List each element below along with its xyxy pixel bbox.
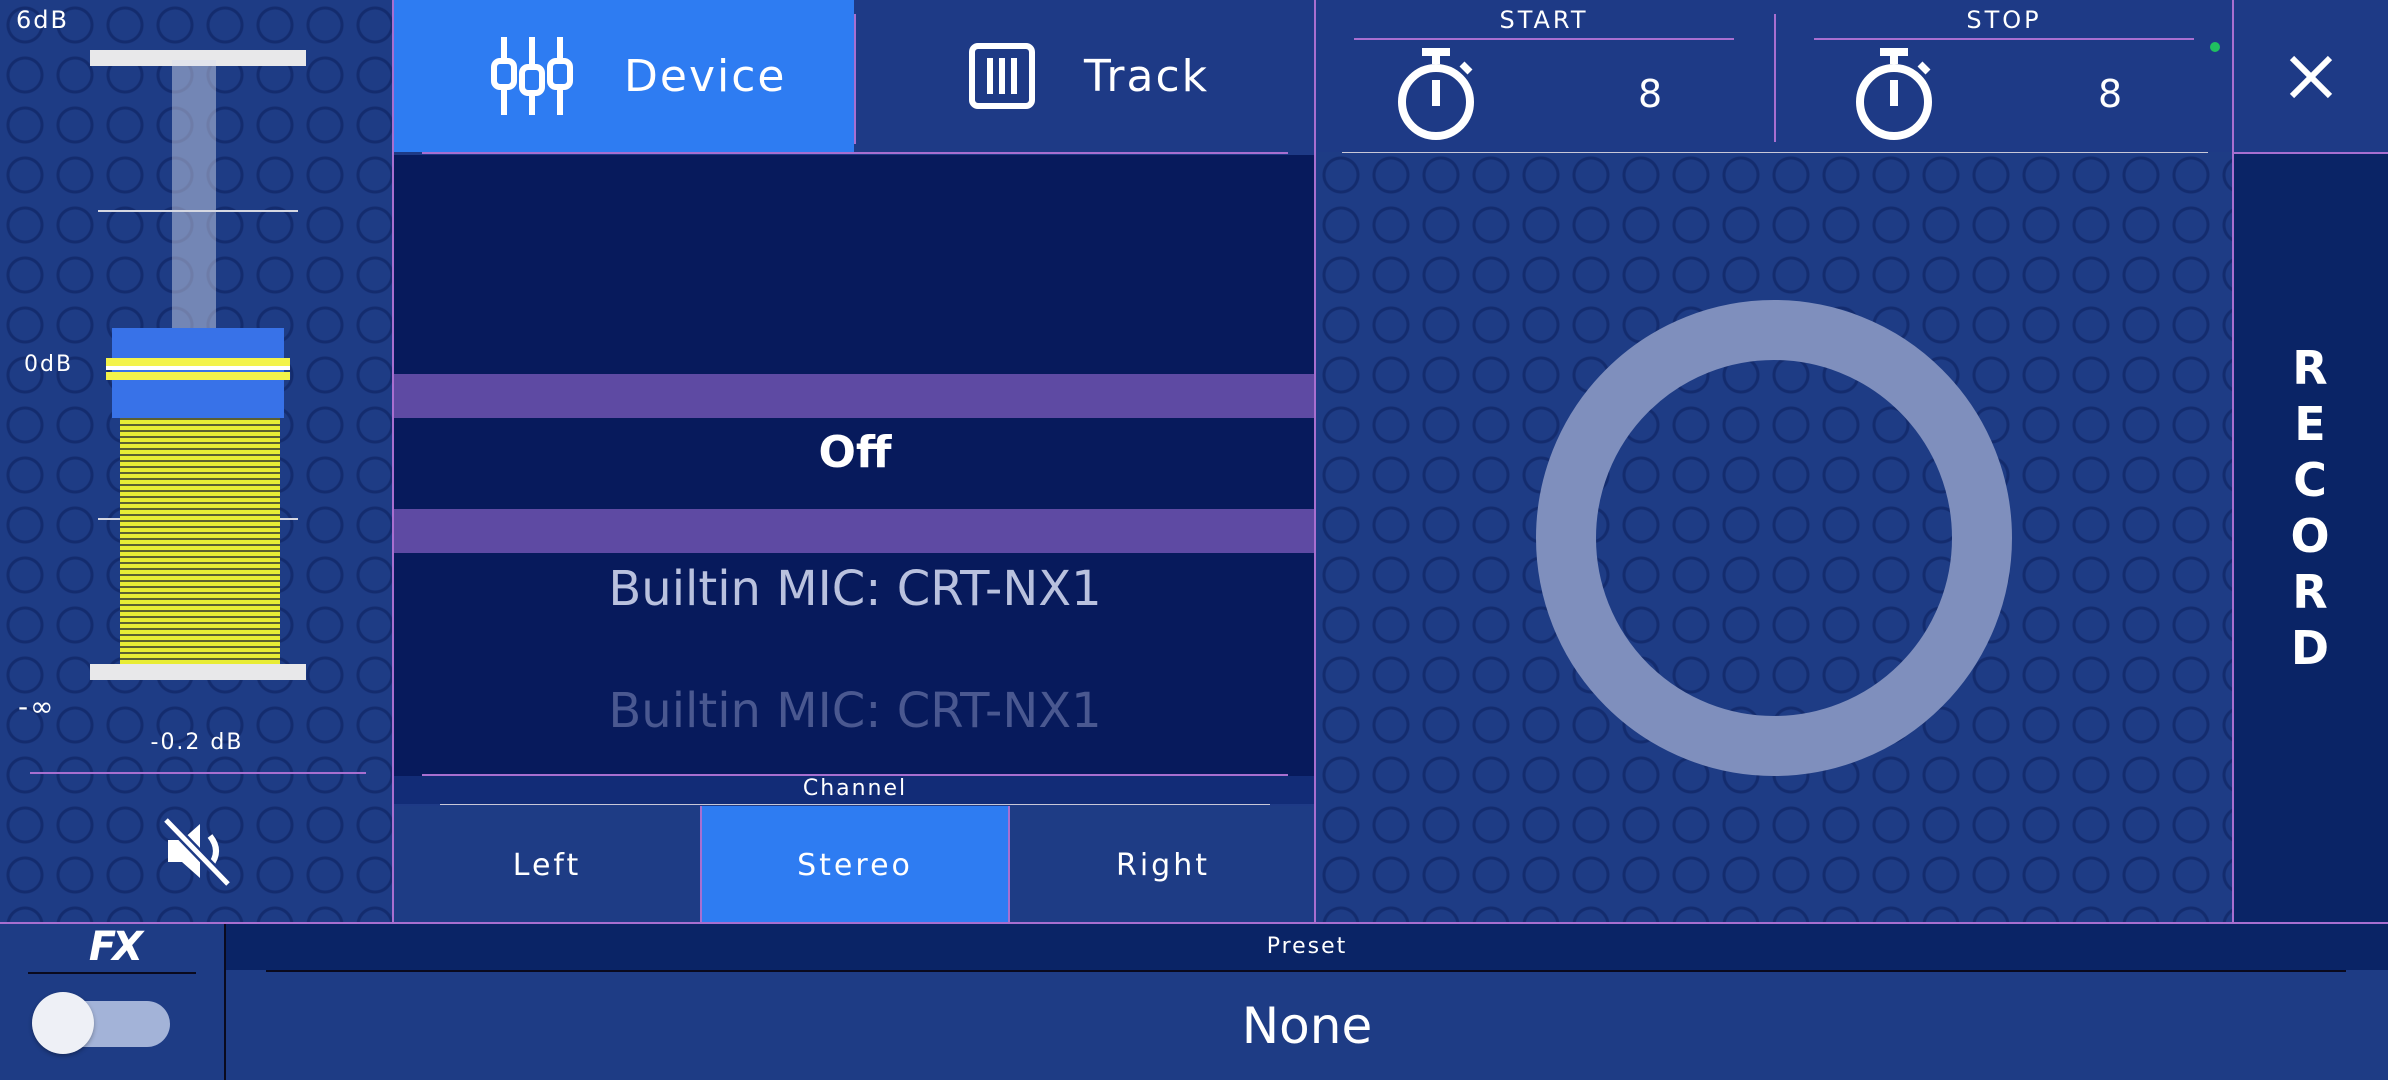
gain-value-label: -0.2 dB bbox=[150, 730, 244, 755]
record-panel: START 8 STOP 8 bbox=[1316, 0, 2234, 924]
divider bbox=[1354, 38, 1734, 40]
stopwatch-icon bbox=[1398, 48, 1474, 140]
tab-track-label: Track bbox=[1084, 50, 1210, 102]
record-button[interactable] bbox=[1536, 300, 2012, 776]
tab-device-label: Device bbox=[624, 50, 787, 102]
record-ring-icon bbox=[1536, 300, 2012, 776]
record-letter: O bbox=[2290, 509, 2332, 563]
divider bbox=[1774, 14, 1776, 142]
channel-right-button[interactable]: Right bbox=[1010, 806, 1316, 924]
meter-tick bbox=[98, 210, 298, 212]
record-letter: R bbox=[2292, 341, 2330, 395]
device-option[interactable]: Builtin MIC: CRT-NX1 bbox=[394, 561, 1316, 617]
preset-selector[interactable]: None bbox=[226, 972, 2388, 1080]
fx-toggle-thumb bbox=[32, 992, 94, 1054]
stopwatch-icon bbox=[1856, 48, 1932, 140]
preset-value: None bbox=[1241, 997, 1373, 1055]
fx-section: FX bbox=[0, 924, 224, 1080]
divider bbox=[440, 804, 1270, 805]
divider bbox=[1342, 152, 2208, 153]
tab-device[interactable]: Device bbox=[394, 0, 854, 152]
mute-button[interactable] bbox=[0, 776, 394, 924]
status-indicator-dot bbox=[2210, 42, 2220, 52]
fader-marker bbox=[106, 372, 290, 380]
fx-bar: FX Preset None bbox=[0, 924, 2388, 1080]
stop-timer-value: 8 bbox=[2098, 72, 2123, 116]
record-letter: R bbox=[2292, 565, 2330, 619]
close-button[interactable] bbox=[2234, 0, 2388, 152]
channel-label: Channel bbox=[802, 776, 908, 801]
record-letter: E bbox=[2294, 397, 2328, 451]
fader-track bbox=[172, 60, 216, 330]
divider bbox=[422, 774, 1288, 776]
fader-marker bbox=[106, 358, 290, 366]
record-letter: C bbox=[2293, 453, 2329, 507]
device-picker[interactable]: Off Builtin MIC: CRT-NX1 Builtin MIC: CR… bbox=[394, 155, 1316, 803]
selection-highlight bbox=[394, 509, 1316, 553]
start-timer-label: START bbox=[1499, 6, 1589, 34]
divider bbox=[1814, 38, 2194, 40]
channel-stereo-label: Stereo bbox=[797, 847, 913, 883]
record-vertical-label: RECORD bbox=[2234, 340, 2388, 676]
meter-max-label: 6dB bbox=[16, 6, 69, 34]
level-bar bbox=[120, 410, 280, 664]
track-grid-icon bbox=[969, 43, 1035, 109]
meter-bottom-cap bbox=[90, 664, 306, 680]
meter-zero-label: 0dB bbox=[24, 352, 74, 377]
fader-marker bbox=[106, 366, 290, 370]
record-letter: D bbox=[2290, 621, 2332, 675]
channel-right-label: Right bbox=[1116, 847, 1210, 883]
sliders-icon bbox=[491, 37, 573, 115]
start-timer-value: 8 bbox=[1638, 72, 1663, 116]
speaker-mute-icon bbox=[162, 816, 232, 888]
channel-header: Channel bbox=[394, 776, 1316, 804]
preset-header-label: Preset bbox=[1266, 934, 1348, 959]
record-side-button[interactable]: RECORD bbox=[2234, 154, 2388, 924]
divider bbox=[422, 152, 1288, 154]
side-panel: RECORD bbox=[2234, 0, 2388, 924]
channel-left-label: Left bbox=[512, 847, 582, 883]
divider bbox=[30, 772, 366, 774]
record-label-text: RECORD bbox=[2234, 340, 2388, 676]
preset-header: Preset bbox=[226, 924, 2388, 970]
tab-track[interactable]: Track bbox=[856, 0, 1316, 152]
stop-timer-label: STOP bbox=[1966, 6, 2042, 34]
close-icon bbox=[2289, 55, 2333, 99]
meter-min-label: -∞ bbox=[18, 690, 56, 723]
device-option[interactable]: Builtin MIC: CRT-NX1 bbox=[394, 683, 1316, 739]
device-option-selected[interactable]: Off bbox=[394, 427, 1316, 478]
divider bbox=[28, 972, 196, 974]
channel-left-button[interactable]: Left bbox=[394, 806, 700, 924]
app-root: 6dB 0dB -∞ -0.2 dB Device Track Off Buil… bbox=[0, 0, 2388, 1080]
selection-highlight bbox=[394, 374, 1316, 418]
fx-logo: FX bbox=[88, 924, 143, 970]
channel-stereo-button[interactable]: Stereo bbox=[702, 806, 1008, 924]
input-level-meter-panel: 6dB 0dB -∞ -0.2 dB bbox=[0, 0, 394, 924]
device-panel: Device Track Off Builtin MIC: CRT-NX1 Bu… bbox=[394, 0, 1316, 924]
